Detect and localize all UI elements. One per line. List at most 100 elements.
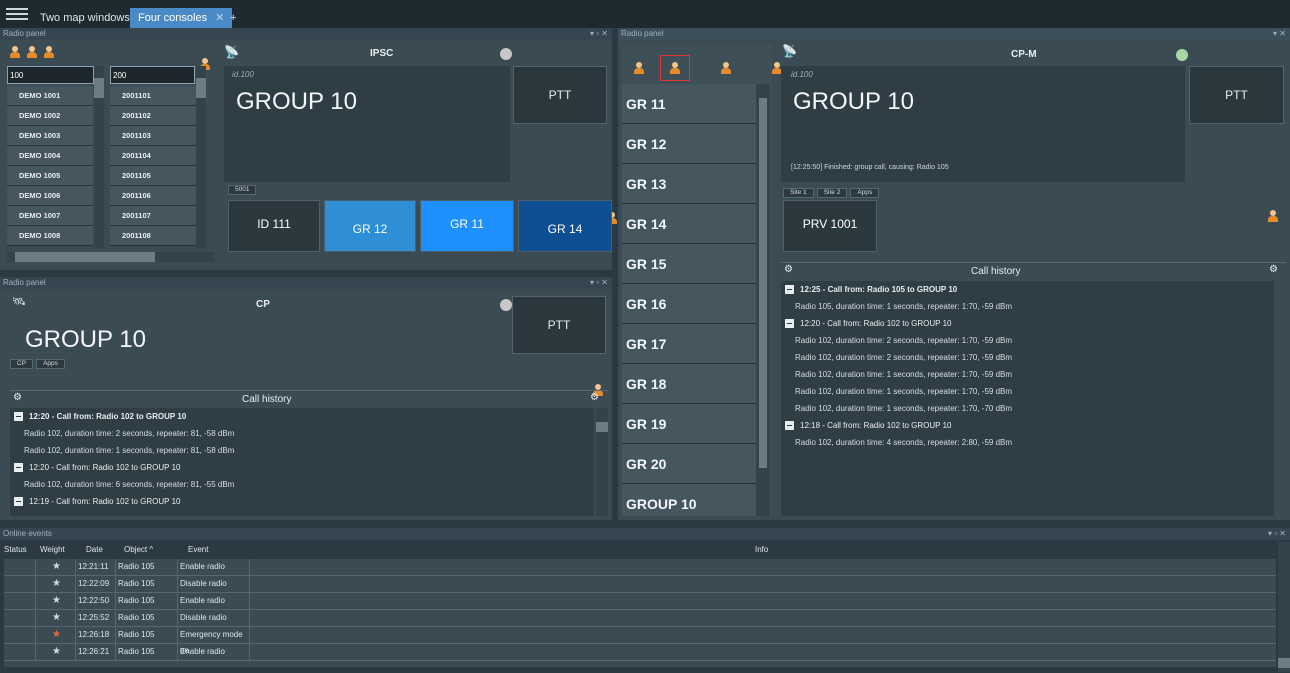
star-icon: ★	[52, 612, 61, 623]
table-row[interactable]: ★ 12:22:50 Radio 105 Enable radio	[4, 593, 1276, 610]
cp-button[interactable]: CP	[10, 359, 34, 369]
scrollbar[interactable]	[596, 408, 608, 516]
group-list-item[interactable]: GR 19	[622, 404, 756, 444]
radio-user-icon[interactable]	[634, 62, 644, 74]
table-row[interactable]: ★ 12:26:21 Radio 105 Enable radio	[4, 644, 1276, 661]
list-item[interactable]: DEMO 1007 2001107	[7, 206, 207, 226]
radio-user-icon[interactable]	[10, 46, 20, 58]
panel-controls[interactable]: ▾ ▫ ✕	[590, 277, 608, 289]
group-list-item[interactable]: GR 16	[622, 284, 756, 324]
group-list-item[interactable]: GROUP 10	[622, 484, 756, 516]
satellite-icon[interactable]: 📡	[782, 44, 797, 58]
history-detail: Radio 102, duration time: 2 seconds, rep…	[795, 336, 1013, 345]
group-list-pane: GR 11 GR 12 GR 13 GR 14 GR 15 GR 16 GR 17 GR 18…	[622, 44, 783, 516]
tab-two-map-windows[interactable]: Two map windows	[32, 8, 138, 28]
group-list-item[interactable]: GR 14	[622, 204, 756, 244]
col-weight[interactable]: Weight	[40, 545, 65, 554]
apps-button[interactable]: Apps	[36, 359, 65, 369]
tile-gr11[interactable]: GR 11	[420, 200, 514, 252]
scrollbar[interactable]	[756, 84, 770, 516]
radio-group-icon[interactable]	[27, 46, 38, 58]
menu-icon[interactable]	[6, 5, 28, 21]
tile-gr14[interactable]: GR 14	[518, 200, 612, 252]
talkgroup-tag[interactable]: 5001	[228, 185, 257, 195]
group-list-item[interactable]: GR 13	[622, 164, 756, 204]
site2-button[interactable]: Site 2	[816, 188, 848, 198]
title-bar: Two map windows Four consoles ✕ +	[0, 0, 1290, 28]
col-info[interactable]: Info	[755, 545, 768, 554]
list-item[interactable]: DEMO 1005 2001105	[7, 166, 207, 186]
radio-add-icon[interactable]	[44, 46, 55, 58]
ptt-button[interactable]: PTT	[513, 66, 607, 124]
tile-label: GR 14	[547, 222, 583, 236]
table-row[interactable]: ★ 12:26:18 Radio 105 Emergency mode on	[4, 627, 1276, 655]
tile-id111[interactable]: ID 111	[228, 200, 320, 252]
col-object[interactable]: Object ^	[124, 545, 153, 554]
table-row[interactable]: ★ 12:25:52 Radio 105 Disable radio	[4, 610, 1276, 627]
settings-icon[interactable]: ⚙	[590, 392, 599, 403]
col-event[interactable]: Event	[188, 545, 208, 554]
user-icon[interactable]	[1268, 210, 1278, 222]
list-item[interactable]: DEMO 1002 2001102	[7, 106, 207, 126]
collapse-icon[interactable]	[14, 412, 23, 422]
list-item[interactable]: DEMO 1008 2001108	[7, 226, 207, 246]
table-row[interactable]: ★ 12:21:11 Radio 105 Enable radio	[4, 559, 1276, 576]
collapse-icon[interactable]	[785, 285, 794, 295]
history-entry[interactable]: 12:20 - Call from: Radio 102 to GROUP 10	[781, 315, 1274, 332]
apps-button[interactable]: Apps	[850, 188, 880, 198]
event-cell: Disable radio	[178, 576, 250, 593]
group-filter-button[interactable]	[660, 55, 690, 81]
type-icons	[622, 52, 783, 82]
history-entry[interactable]: 12:20 - Call from: Radio 102 to GROUP 10	[10, 459, 594, 476]
tile-gr12[interactable]: GR 12	[324, 200, 416, 252]
list-item[interactable]: DEMO 1001 2001101	[7, 86, 207, 106]
search-input-id[interactable]	[110, 66, 195, 84]
collapse-icon[interactable]	[785, 421, 794, 431]
scrollbar[interactable]	[1278, 542, 1290, 672]
panel-controls[interactable]: ▾ ▫ ✕	[1268, 528, 1286, 540]
settings-icon[interactable]: ⚙	[1269, 264, 1278, 275]
ptt-button[interactable]: PTT	[1189, 66, 1284, 124]
tile-prv1001[interactable]: PRV 1001	[783, 200, 877, 252]
col-status[interactable]: Status	[4, 545, 27, 554]
radio-add-icon[interactable]	[721, 62, 732, 74]
col-date[interactable]: Date	[86, 545, 103, 554]
tab-four-consoles[interactable]: Four consoles ✕	[130, 8, 233, 28]
group-id: id.100	[791, 70, 813, 79]
group-list-item[interactable]: GR 15	[622, 244, 756, 284]
group-list-item[interactable]: GR 20	[622, 444, 756, 484]
tab-label: Two map windows	[40, 12, 130, 24]
collapse-icon[interactable]	[14, 463, 23, 473]
date-cell: 12:26:21	[76, 644, 116, 661]
collapse-icon[interactable]	[14, 497, 23, 507]
history-entry[interactable]: 12:20 - Call from: Radio 102 to GROUP 10	[10, 408, 594, 425]
scrollbar[interactable]	[196, 66, 206, 248]
panel-controls[interactable]: ▾ ▫ ✕	[590, 28, 608, 40]
site1-button[interactable]: Site 1	[783, 188, 814, 198]
list-item[interactable]: DEMO 1004 2001104	[7, 146, 207, 166]
group-list-item[interactable]: GR 12	[622, 124, 756, 164]
history-entry[interactable]: 12:18 - Call from: Radio 102 to GROUP 10	[781, 417, 1274, 434]
add-tab-button[interactable]: +	[222, 8, 244, 28]
collapse-icon[interactable]	[785, 319, 794, 329]
radio-panel-1: Radio panel▾ ▫ ✕ DEMO 10012001101DEMO 10…	[0, 28, 618, 270]
panel-controls[interactable]: ▾ ✕	[1273, 28, 1286, 40]
satellite-icon[interactable]: 📡	[224, 45, 239, 59]
ptt-button[interactable]: PTT	[512, 296, 606, 354]
satellite-icon[interactable]: 🛰	[12, 295, 26, 308]
console-header: 📡 IPSC	[222, 44, 612, 64]
tile-label: PRV 1001	[802, 217, 858, 231]
history-entry[interactable]: 12:19 - Call from: Radio 102 to GROUP 10	[10, 493, 594, 510]
group-list-item[interactable]: GR 11	[622, 84, 756, 124]
scrollbar[interactable]	[94, 66, 104, 248]
history-entry[interactable]: 12:25 - Call from: Radio 105 to GROUP 10	[781, 281, 1274, 298]
star-icon: ★	[52, 595, 61, 606]
list-item[interactable]: DEMO 1003 2001103	[7, 126, 207, 146]
list-item[interactable]: DEMO 1006 2001106	[7, 186, 207, 206]
panel-header: Radio panel ▾ ▫ ✕	[0, 28, 612, 40]
group-list-item[interactable]: GR 18	[622, 364, 756, 404]
table-row[interactable]: ★ 12:22:09 Radio 105 Disable radio	[4, 576, 1276, 593]
hscrollbar[interactable]	[7, 252, 214, 262]
group-list-item[interactable]: GR 17	[622, 324, 756, 364]
search-input-name[interactable]	[7, 66, 94, 84]
